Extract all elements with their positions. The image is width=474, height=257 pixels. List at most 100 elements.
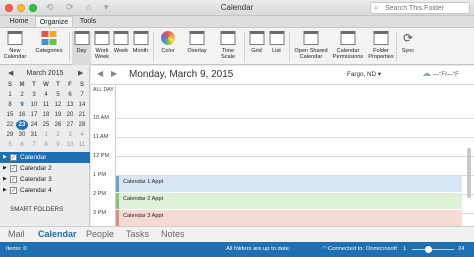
mini-calendar-day[interactable]: 6 — [64, 90, 76, 100]
mini-calendar-day[interactable]: 7 — [28, 140, 40, 150]
previous-day-button[interactable]: ◀ — [97, 69, 103, 78]
categories-button[interactable]: Categories — [32, 31, 66, 65]
mini-calendar-day[interactable]: 18 — [40, 110, 52, 120]
week-view-button[interactable]: Week — [112, 31, 130, 65]
weekday-header: M — [19, 82, 25, 88]
mini-calendar-day[interactable]: 30 — [16, 130, 28, 140]
calendar-list-item[interactable]: ▶ ✓ Calendar 2 — [0, 163, 90, 174]
mini-calendar-day[interactable]: 10 — [28, 100, 40, 110]
mini-calendar-day[interactable]: 8 — [40, 140, 52, 150]
mini-calendar-day[interactable]: 4 — [40, 90, 52, 100]
expand-triangle-icon[interactable]: ▶ — [3, 154, 7, 160]
all-day-area[interactable]: ALL DAY — [91, 84, 474, 108]
smart-folders-heading[interactable]: SMART FOLDERS — [10, 206, 63, 213]
mini-calendar-day[interactable]: 5 — [52, 90, 64, 100]
mini-calendar-day[interactable]: 3 — [64, 130, 76, 140]
calendar-checkbox[interactable]: ✓ — [10, 154, 17, 161]
mini-calendar-day[interactable]: 16 — [16, 110, 28, 120]
mini-calendar-day[interactable]: 24 — [28, 120, 40, 130]
calendar-permissions-button[interactable]: Calendar Permissions — [331, 31, 365, 65]
mini-calendar-day[interactable]: 29 — [4, 130, 16, 140]
mini-calendar-day[interactable]: 14 — [76, 100, 88, 110]
open-shared-calendar-button[interactable]: Open Shared Calendar — [292, 31, 330, 65]
expand-triangle-icon[interactable]: ▶ — [3, 165, 7, 171]
tab-organize[interactable]: Organize — [35, 16, 73, 27]
ribbon: New Calendar Categories Day Work Week We… — [0, 27, 474, 65]
sync-button[interactable]: ⟳ Sync — [399, 31, 417, 65]
mini-calendar-day[interactable]: 26 — [52, 120, 64, 130]
mini-calendar-day[interactable]: 20 — [64, 110, 76, 120]
mini-calendar-title: March 2015 — [26, 70, 64, 77]
mini-calendar-day[interactable]: 11 — [76, 140, 88, 150]
mini-calendar-day[interactable]: 22 — [4, 120, 16, 130]
vertical-scrollbar[interactable] — [466, 108, 472, 242]
calendar-list-item[interactable]: ▶ ✓ Calendar 3 — [0, 174, 90, 185]
mini-calendar-next-button[interactable]: ▶ — [78, 69, 83, 77]
day-view-button[interactable]: Day — [72, 31, 91, 65]
nav-people[interactable]: People — [86, 229, 114, 239]
time-scale-button[interactable]: Time Scale — [215, 31, 241, 65]
calendar-checkbox[interactable]: ✓ — [10, 176, 17, 183]
mini-calendar-day[interactable]: 17 — [28, 110, 40, 120]
mini-calendar-day[interactable]: 9 — [16, 100, 28, 110]
weekday-header: S — [79, 82, 84, 88]
mini-calendar-day[interactable]: 11 — [40, 100, 52, 110]
mini-calendar-day[interactable]: 19 — [52, 110, 64, 120]
mini-calendar-day[interactable]: 13 — [64, 100, 76, 110]
time-grid[interactable]: 10 AM11 AM12 PM1 PM2 PM3 PM4 PMCalendar … — [91, 108, 474, 242]
tab-home[interactable]: Home — [4, 16, 34, 27]
next-day-button[interactable]: ▶ — [111, 69, 117, 78]
list-view-button[interactable]: List — [267, 31, 286, 65]
mini-calendar-day[interactable]: 5 — [4, 140, 16, 150]
mini-calendar-prev-button[interactable]: ◀ — [8, 69, 13, 77]
folder-properties-button[interactable]: Folder Properties — [366, 31, 396, 65]
hour-label: 12 PM — [93, 153, 110, 159]
mini-calendar-day[interactable]: 2 — [16, 90, 28, 100]
mini-calendar-day[interactable]: 25 — [40, 120, 52, 130]
calendar-list-item[interactable]: ▶ ✓ Calendar — [0, 152, 90, 163]
tab-tools[interactable]: Tools — [75, 16, 101, 27]
nav-tasks[interactable]: Tasks — [126, 229, 149, 239]
mini-calendar-day[interactable]: 2 — [52, 130, 64, 140]
weather-location-dropdown[interactable]: Fargo, ND ▾ — [347, 71, 381, 78]
mini-calendar-day[interactable]: 15 — [4, 110, 16, 120]
calendar-name: Calendar 4 — [20, 187, 52, 194]
appointment[interactable]: Calendar 1 Appt — [116, 176, 462, 192]
expand-triangle-icon[interactable]: ▶ — [3, 187, 7, 193]
mini-calendar-day[interactable]: 10 — [64, 140, 76, 150]
mini-calendar-day[interactable]: 1 — [40, 130, 52, 140]
zoom-slider-thumb[interactable] — [425, 246, 432, 253]
calendar-checkbox[interactable]: ✓ — [10, 165, 17, 172]
nav-calendar[interactable]: Calendar — [38, 229, 77, 239]
mini-calendar-day[interactable]: 3 — [28, 90, 40, 100]
mini-calendar-day[interactable]: 9 — [52, 140, 64, 150]
mini-calendar-day[interactable]: 23 — [16, 120, 28, 130]
work-week-view-button[interactable]: Work Week — [92, 31, 112, 65]
appointment[interactable]: Calendar 2 Appt — [116, 193, 462, 209]
mini-calendar-day[interactable]: 7 — [76, 90, 88, 100]
search-input[interactable] — [385, 4, 469, 13]
calendar-checkbox[interactable]: ✓ — [10, 187, 17, 194]
new-calendar-button[interactable]: New Calendar — [2, 31, 28, 65]
grid-view-button[interactable]: Grid — [247, 31, 266, 65]
mini-calendar-day[interactable]: 28 — [76, 120, 88, 130]
zoom-slider-track[interactable] — [412, 249, 454, 250]
mini-calendar-day[interactable]: 8 — [4, 100, 16, 110]
mini-calendar-day[interactable]: 27 — [64, 120, 76, 130]
mini-calendar-day[interactable]: 12 — [52, 100, 64, 110]
month-view-button[interactable]: Month — [131, 31, 150, 65]
mini-calendar-day[interactable]: 6 — [16, 140, 28, 150]
nav-notes[interactable]: Notes — [161, 229, 185, 239]
nav-mail[interactable]: Mail — [8, 229, 25, 239]
mini-calendar-day[interactable]: 1 — [4, 90, 16, 100]
expand-triangle-icon[interactable]: ▶ — [3, 176, 7, 182]
overlay-button[interactable]: Overlay — [185, 31, 209, 65]
color-button[interactable]: Color — [157, 31, 179, 65]
appointment[interactable]: Calendar 3 Appt — [116, 210, 462, 226]
calendar-list-item[interactable]: ▶ ✓ Calendar 4 — [0, 185, 90, 196]
scrollbar-thumb[interactable] — [467, 148, 471, 198]
mini-calendar-day[interactable]: 31 — [28, 130, 40, 140]
mini-calendar-day[interactable]: 4 — [76, 130, 88, 140]
search-box[interactable]: ⌕ — [370, 2, 470, 14]
mini-calendar-day[interactable]: 21 — [76, 110, 88, 120]
